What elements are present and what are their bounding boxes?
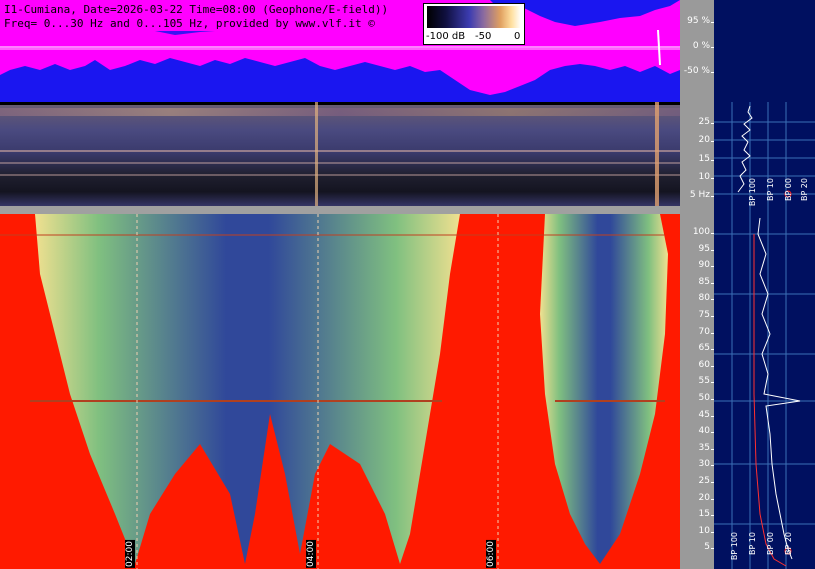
high-frequency-tick: 55 [680, 376, 714, 386]
colorbar-gradient [427, 6, 521, 28]
amplitude-side-panel [714, 0, 815, 102]
bp-label: BP 20 [800, 178, 809, 202]
low-frequency-tick: 20 [680, 135, 714, 145]
high-frequency-tick: 85 [680, 277, 714, 287]
bp-label: BP 100 [748, 178, 757, 207]
bp-label: BP 10 [748, 532, 757, 556]
low-frequency-spectrogram [0, 102, 680, 214]
colorbar-label-mid: -50 [475, 31, 492, 42]
bp-label: BP 10 [766, 178, 775, 202]
time-marker: 02:00 [125, 540, 135, 568]
high-frequency-tick: 65 [680, 343, 714, 353]
high-frequency-tick: 30 [680, 459, 714, 469]
high-frequency-tick: 100 [680, 227, 714, 237]
high-frequency-spectrogram [0, 214, 680, 569]
high-frequency-profile [714, 214, 815, 569]
frequency-info: Freq= 0...30 Hz and 0...105 Hz, provided… [4, 17, 375, 30]
high-frequency-tick: 80 [680, 293, 714, 303]
spectrogram-line [0, 174, 680, 176]
high-frequency-tick: 25 [680, 476, 714, 486]
time-marker: 04:00 [306, 540, 316, 568]
spectrogram-spike [655, 102, 659, 214]
high-frequency-tick: 10 [680, 526, 714, 536]
colorbar-label-min: -100 dB [426, 31, 466, 42]
low-frequency-tick: 10 [680, 172, 714, 182]
high-frequency-tick: 20 [680, 493, 714, 503]
high-frequency-tick: 75 [680, 310, 714, 320]
bp-label: BP 100 [730, 532, 739, 561]
high-frequency-tick: 35 [680, 443, 714, 453]
spectrogram-border [0, 102, 680, 105]
high-frequency-tick: 70 [680, 327, 714, 337]
high-frequency-tick: 95 [680, 244, 714, 254]
bp-label: BP 00 [784, 178, 793, 202]
low-frequency-tick: 15 [680, 154, 714, 164]
colorbar: -100 dB -50 0 [423, 3, 525, 45]
spectrogram-line [0, 162, 680, 164]
high-frequency-tick: 90 [680, 260, 714, 270]
high-frequency-tick: 60 [680, 360, 714, 370]
amplitude-tick: -50 % [680, 66, 714, 76]
amplitude-tick: 95 % [680, 16, 714, 26]
spectrogram-line [0, 150, 680, 152]
spectrogram-band [0, 108, 680, 116]
high-frequency-tick: 5 [680, 542, 714, 552]
colorbar-label-max: 0 [514, 31, 521, 42]
bp-label: BP 20 [784, 532, 793, 556]
vlf-spectrogram-view: { "header": { "line1": "I1-Cumiana, Date… [0, 0, 815, 569]
low-frequency-tick: 5 Hz [680, 190, 714, 200]
high-frequency-tick: 45 [680, 410, 714, 420]
bp-label: BP 00 [766, 532, 775, 556]
time-marker: 06:00 [486, 540, 496, 568]
station-title: I1-Cumiana, Date=2026-03-22 Time=08:00 (… [4, 3, 389, 16]
spectrogram-divider [0, 206, 680, 214]
low-frequency-tick: 25 [680, 117, 714, 127]
spectrogram-spike [315, 102, 318, 214]
high-frequency-tick: 40 [680, 426, 714, 436]
high-frequency-plot [0, 214, 668, 569]
high-frequency-tick: 15 [680, 509, 714, 519]
amplitude-tick: 0 % [680, 41, 714, 51]
high-frequency-tick: 50 [680, 393, 714, 403]
